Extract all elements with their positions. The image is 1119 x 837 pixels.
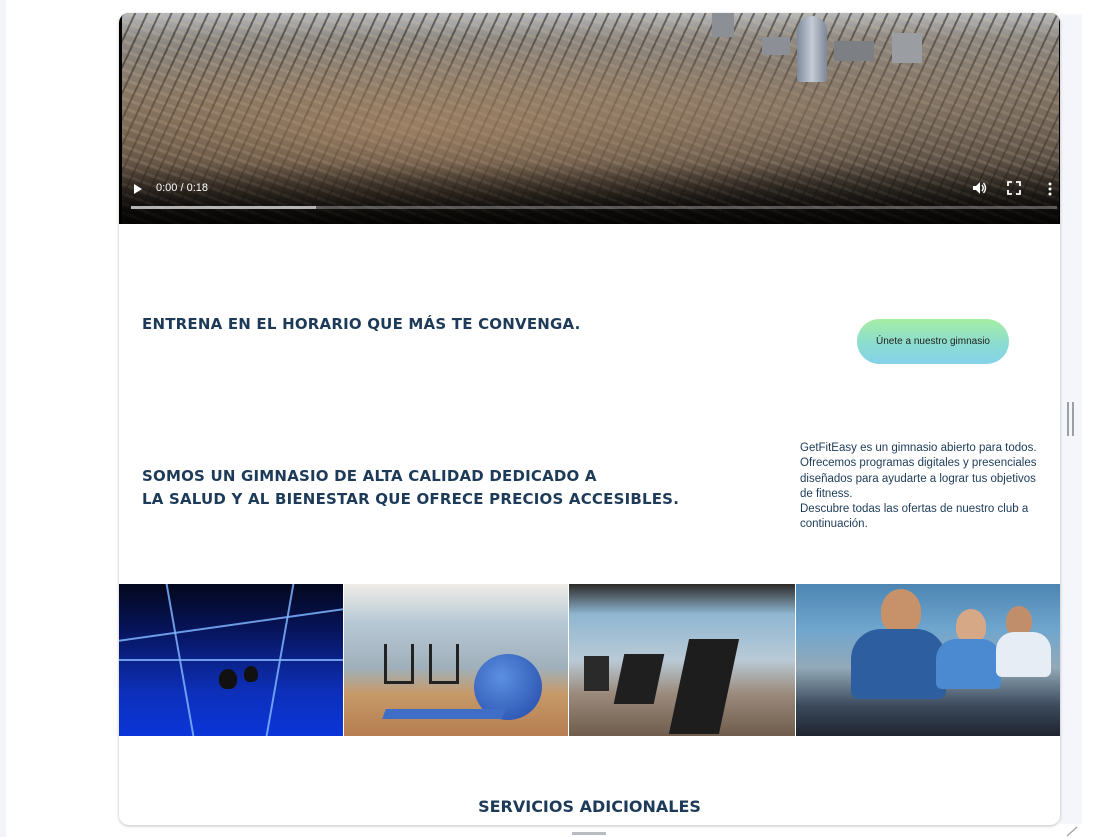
volume-icon[interactable] (971, 180, 987, 196)
fullscreen-icon[interactable] (1007, 181, 1021, 195)
video-buffer-fill (131, 206, 317, 209)
about-headline: SOMOS UN GIMNASIO DE ALTA CALIDAD DEDICA… (142, 465, 679, 511)
resize-handle-icon[interactable] (1066, 826, 1078, 837)
description-paragraph-2: Descubre todas las ofertas de nuestro cl… (800, 503, 1029, 531)
about-description: GetFitEasy es un gimnasio abierto para t… (800, 441, 1040, 533)
play-icon[interactable] (133, 183, 143, 195)
video-time: 0:00 / 0:18 (156, 182, 208, 194)
torre-glories-tower (797, 16, 827, 82)
hero-video[interactable]: 0:00 / 0:18 (119, 13, 1060, 224)
boxing-room-image (119, 584, 343, 736)
about-headline-line-1: SOMOS UN GIMNASIO DE ALTA CALIDAD DEDICA… (142, 467, 597, 485)
spinning-class-image (796, 584, 1060, 736)
join-gym-button[interactable]: Únete a nuestro gimnasio (857, 319, 1009, 364)
page-card: 0:00 / 0:18 ENTRENA EN EL HORARIO QUE MÁ… (119, 13, 1060, 825)
about-headline-line-2: LA SALUD Y AL BIENESTAR QUE OFRECE PRECI… (142, 490, 680, 508)
video-controls-bar (119, 163, 1060, 224)
services-title: SERVICIOS ADICIONALES (478, 797, 701, 816)
description-paragraph-1: GetFitEasy es un gimnasio abierto para t… (800, 442, 1037, 500)
cardio-room-image (344, 584, 568, 736)
video-progress-bar[interactable] (131, 206, 1057, 209)
more-vert-icon[interactable] (1047, 181, 1053, 197)
scrollbar-grip-icon[interactable] (1067, 402, 1075, 436)
schedule-headline: ENTRENA EN EL HORARIO QUE MÁS TE CONVENG… (142, 315, 581, 333)
page-left-margin (0, 0, 6, 837)
gym-gallery (119, 584, 1060, 736)
treadmills-room-image (569, 584, 795, 736)
bottom-drag-handle[interactable] (572, 832, 606, 835)
